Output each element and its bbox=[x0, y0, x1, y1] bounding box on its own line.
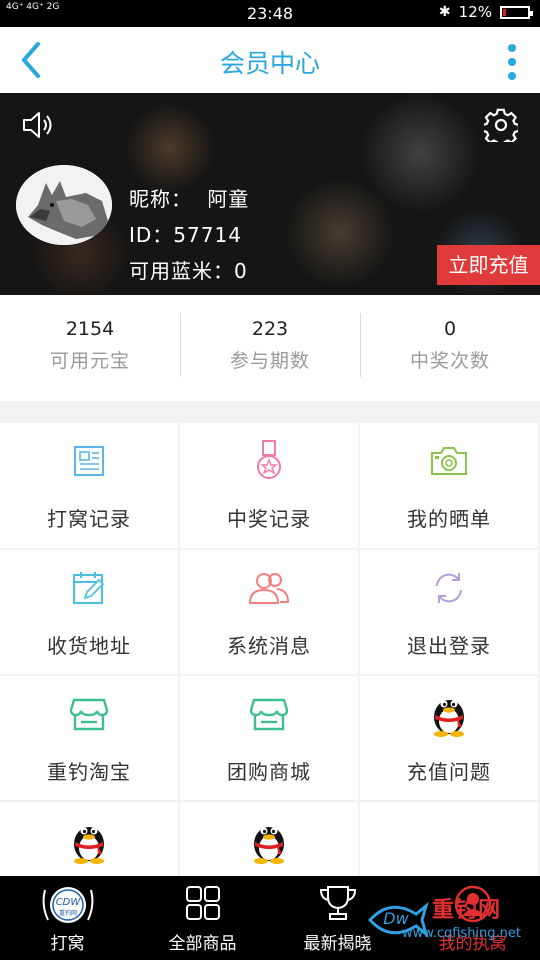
battery-icon bbox=[500, 5, 533, 19]
stats-row: 2154 可用元宝 223 参与期数 0 中奖次数 bbox=[0, 295, 540, 401]
nickname-row: 昵称： 阿童 bbox=[129, 183, 249, 212]
bluetooth-icon: ✱ bbox=[438, 4, 451, 20]
trophy-icon bbox=[319, 886, 356, 920]
nickname-value: 阿童 bbox=[207, 187, 250, 211]
menu-item-system-messages[interactable]: 系统消息 bbox=[180, 550, 358, 674]
calendar-edit-icon bbox=[73, 572, 105, 604]
menu-item-bait-records[interactable]: 打窝记录 bbox=[0, 423, 178, 548]
store-icon bbox=[249, 698, 289, 731]
menu-item-address[interactable]: 收货地址 bbox=[0, 550, 178, 674]
grid-icon bbox=[185, 886, 220, 920]
stat-participation[interactable]: 223 参与期数 bbox=[180, 295, 360, 401]
settings-button[interactable] bbox=[481, 108, 520, 148]
qq-penguin-icon bbox=[254, 827, 284, 864]
wolf-avatar-image bbox=[16, 165, 112, 245]
menu-item-qq-service-2[interactable] bbox=[180, 802, 358, 876]
stat-wins[interactable]: 0 中奖次数 bbox=[360, 295, 540, 401]
stat-value: 0 bbox=[443, 318, 457, 340]
stat-available-yuanbao[interactable]: 2154 可用元宝 bbox=[0, 295, 180, 401]
speaker-button[interactable] bbox=[22, 110, 56, 144]
menu-item-label: 充值问题 bbox=[407, 760, 491, 784]
status-bar: 4G⁺ 4G⁺ 2G 23:48 ✱ 12% bbox=[0, 0, 540, 27]
menu-item-my-posts[interactable]: 我的晒单 bbox=[360, 423, 538, 548]
watermark: Dw 重钓网 www.cqfishing.net bbox=[367, 892, 534, 952]
recharge-button[interactable]: 立即充值 bbox=[437, 245, 540, 285]
menu-item-label: 系统消息 bbox=[227, 634, 311, 658]
menu-item-qq-service-1[interactable] bbox=[0, 802, 178, 876]
stat-value: 2154 bbox=[65, 318, 115, 340]
profile-banner: 昵称： 阿童 ID：57714 可用蓝米：0 立即充值 bbox=[0, 93, 540, 295]
user-id: ID：57714 bbox=[129, 223, 242, 247]
menu-item-group-buy[interactable]: 团购商城 bbox=[180, 676, 358, 800]
more-vertical-icon bbox=[502, 44, 522, 80]
nav-label: 全部商品 bbox=[168, 934, 237, 954]
gear-icon bbox=[481, 108, 520, 148]
avatar[interactable] bbox=[16, 165, 112, 245]
menu-item-label: 中奖记录 bbox=[227, 507, 311, 531]
refresh-icon bbox=[436, 573, 462, 603]
stat-value: 223 bbox=[251, 318, 289, 340]
menu-item-label: 打窝记录 bbox=[47, 507, 131, 531]
menu-item-label: 收货地址 bbox=[47, 634, 131, 658]
speaker-icon bbox=[23, 112, 52, 138]
battery-percent: 12% bbox=[458, 3, 492, 21]
camera-icon bbox=[431, 447, 467, 475]
document-icon bbox=[74, 446, 104, 476]
menu-item-recharge-help[interactable]: 充值问题 bbox=[360, 676, 538, 800]
page-title: 会员中心 bbox=[219, 49, 320, 78]
nav-label: 打窝 bbox=[50, 934, 85, 954]
bottom-nav: CDW 重钓网 打窝 全部商品 最新揭晓 我的执窝 Dw 重钓网 www.cqf… bbox=[0, 876, 540, 960]
brand-logo-icon: CDW 重钓网 bbox=[42, 887, 93, 923]
medal-icon bbox=[257, 440, 281, 479]
nav-item-bait[interactable]: CDW 重钓网 打窝 bbox=[0, 876, 135, 960]
nickname-label: 昵称： bbox=[129, 187, 192, 211]
svg-text:重钓网: 重钓网 bbox=[58, 909, 76, 917]
users-icon bbox=[248, 573, 290, 604]
watermark-text: 重钓网 bbox=[432, 898, 502, 923]
nav-item-all-products[interactable]: 全部商品 bbox=[135, 876, 270, 960]
store-icon bbox=[69, 698, 109, 731]
stat-label: 参与期数 bbox=[229, 350, 310, 372]
qq-penguin-icon bbox=[74, 827, 104, 864]
menu-item-label: 退出登录 bbox=[407, 634, 491, 658]
qq-penguin-icon bbox=[434, 700, 464, 737]
stat-label: 可用元宝 bbox=[49, 350, 130, 372]
menu-item-prize-records[interactable]: 中奖记录 bbox=[180, 423, 358, 548]
svg-text:CDW: CDW bbox=[55, 897, 81, 908]
balance-text: 可用蓝米：0 bbox=[129, 259, 248, 283]
more-menu-button[interactable] bbox=[502, 41, 522, 81]
stat-label: 中奖次数 bbox=[409, 350, 490, 372]
menu-item-label: 重钓淘宝 bbox=[47, 760, 131, 784]
app-header: 会员中心 bbox=[0, 27, 540, 93]
menu-item-label: 我的晒单 bbox=[407, 507, 491, 531]
watermark-url: www.cqfishing.net bbox=[402, 926, 522, 941]
menu-item-label: 团购商城 bbox=[227, 760, 311, 784]
menu-item-taobao[interactable]: 重钓淘宝 bbox=[0, 676, 178, 800]
menu-item-empty bbox=[360, 802, 538, 876]
menu-item-logout[interactable]: 退出登录 bbox=[360, 550, 538, 674]
